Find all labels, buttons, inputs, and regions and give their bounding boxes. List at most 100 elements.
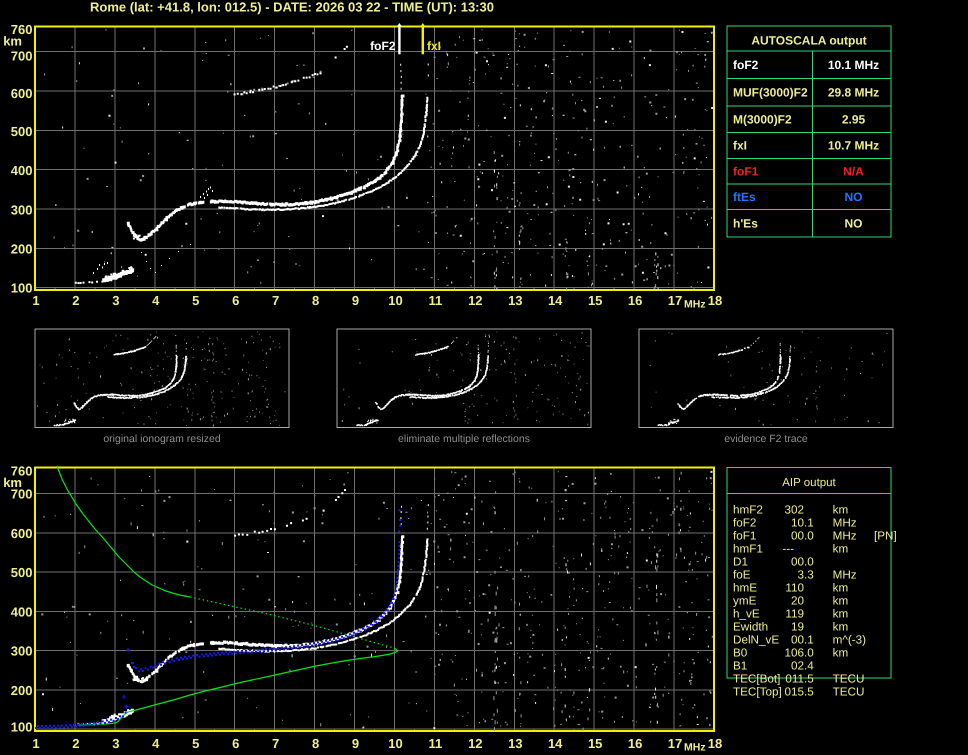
svg-text:9: 9	[352, 736, 359, 751]
svg-text:14: 14	[548, 293, 563, 308]
svg-text:ftEs: ftEs	[733, 190, 756, 204]
svg-text:h'Es: h'Es	[733, 217, 758, 231]
svg-text:8: 8	[312, 736, 319, 751]
svg-text:14: 14	[548, 736, 563, 751]
svg-text:17: 17	[668, 293, 682, 308]
svg-text:119: 119	[785, 608, 804, 621]
svg-text:B0: B0	[733, 647, 748, 660]
svg-text:4: 4	[152, 293, 160, 308]
svg-text:TEC[Top]: TEC[Top]	[733, 686, 782, 699]
svg-text:AUTOSCALA output: AUTOSCALA output	[751, 34, 866, 48]
svg-text:17: 17	[668, 736, 682, 751]
svg-text:DelN_vE: DelN_vE	[733, 634, 779, 647]
svg-text:evidence F2 trace: evidence F2 trace	[724, 433, 808, 445]
svg-text:4: 4	[152, 736, 160, 751]
svg-text:TECU: TECU	[833, 686, 865, 699]
svg-text:7: 7	[272, 293, 279, 308]
svg-text:2: 2	[72, 293, 79, 308]
svg-text:700: 700	[11, 487, 33, 502]
svg-text:10.7 MHz: 10.7 MHz	[828, 139, 879, 153]
svg-text:km: km	[833, 647, 849, 660]
svg-text:MHz: MHz	[684, 299, 706, 311]
svg-text:300: 300	[11, 644, 33, 659]
svg-text:.0: .0	[804, 647, 814, 660]
svg-text:MUF(3000)F2: MUF(3000)F2	[733, 86, 808, 100]
svg-text:MHz: MHz	[833, 530, 857, 543]
svg-text:7: 7	[272, 736, 279, 751]
svg-text:13: 13	[508, 736, 522, 751]
svg-text:.0: .0	[804, 530, 814, 543]
svg-text:m^(-3): m^(-3)	[833, 634, 867, 647]
svg-text:.5: .5	[804, 686, 814, 699]
svg-text:km: km	[833, 608, 849, 621]
svg-text:1: 1	[32, 293, 39, 308]
svg-text:5: 5	[192, 293, 199, 308]
svg-text:[PN]: [PN]	[874, 530, 897, 543]
svg-text:10.1 MHz: 10.1 MHz	[828, 58, 879, 72]
svg-text:19: 19	[791, 621, 804, 634]
svg-text:D1: D1	[733, 556, 748, 569]
svg-text:5: 5	[192, 736, 199, 751]
svg-text:16: 16	[628, 736, 642, 751]
svg-text:TECU: TECU	[833, 673, 865, 686]
svg-text:00: 00	[791, 556, 805, 569]
svg-text:29.8 MHz: 29.8 MHz	[828, 86, 879, 100]
svg-text:original ionogram resized: original ionogram resized	[103, 433, 220, 445]
svg-text:20: 20	[791, 595, 805, 608]
svg-text:13: 13	[508, 293, 522, 308]
svg-text:.1: .1	[804, 634, 814, 647]
svg-text:100: 100	[11, 720, 33, 735]
svg-text:.1: .1	[804, 517, 814, 530]
svg-text:NO: NO	[845, 217, 863, 231]
svg-text:400: 400	[11, 163, 33, 178]
svg-text:km: km	[833, 621, 849, 634]
svg-text:foF2: foF2	[733, 517, 756, 530]
svg-text:700: 700	[11, 49, 33, 64]
svg-text:6: 6	[232, 293, 239, 308]
svg-text:AIP output: AIP output	[782, 477, 836, 489]
svg-text:15: 15	[588, 736, 602, 751]
svg-text:Rome (lat: +41.8, lon: 012.5): Rome (lat: +41.8, lon: 012.5) - DATE: 20…	[90, 0, 494, 15]
svg-text:10: 10	[791, 517, 805, 530]
svg-text:02: 02	[791, 660, 804, 673]
svg-text:---: ---	[782, 543, 794, 556]
svg-text:600: 600	[11, 86, 33, 101]
svg-text:3: 3	[112, 293, 119, 308]
svg-text:eliminate multiple reflections: eliminate multiple reflections	[398, 433, 530, 445]
svg-text:Ewidth: Ewidth	[733, 621, 768, 634]
svg-text:hmF2: hmF2	[733, 504, 763, 517]
svg-text:8: 8	[312, 293, 319, 308]
svg-text:18: 18	[708, 736, 722, 751]
svg-text:km: km	[833, 504, 849, 517]
svg-text:2.95: 2.95	[842, 113, 866, 127]
svg-text:500: 500	[11, 565, 33, 580]
svg-text:km: km	[833, 595, 849, 608]
svg-text:foF1: foF1	[733, 530, 756, 543]
svg-text:110: 110	[785, 582, 804, 595]
svg-text:300: 300	[11, 202, 33, 217]
svg-text:15: 15	[588, 293, 602, 308]
svg-text:2: 2	[72, 736, 79, 751]
svg-text:00: 00	[791, 530, 805, 543]
svg-text:12: 12	[468, 293, 482, 308]
svg-text:MHz: MHz	[833, 569, 857, 582]
svg-text:hmF1: hmF1	[733, 543, 763, 556]
svg-text:015: 015	[784, 686, 804, 699]
svg-text:18: 18	[708, 293, 722, 308]
svg-text:00: 00	[791, 634, 805, 647]
svg-text:M(3000)F2: M(3000)F2	[733, 113, 792, 127]
svg-text:fxI: fxI	[427, 39, 441, 53]
svg-text:16: 16	[628, 293, 642, 308]
svg-text:NO: NO	[845, 190, 863, 204]
svg-text:10: 10	[388, 293, 402, 308]
svg-text:foE: foE	[733, 569, 751, 582]
svg-text:011: 011	[785, 673, 804, 686]
svg-text:600: 600	[11, 526, 33, 541]
svg-text:100: 100	[11, 281, 33, 296]
svg-text:B1: B1	[733, 660, 747, 673]
svg-text:.4: .4	[804, 660, 814, 673]
svg-text:6: 6	[232, 736, 239, 751]
svg-text:fxI: fxI	[733, 139, 747, 153]
svg-text:foF2: foF2	[370, 39, 396, 53]
svg-text:11: 11	[429, 293, 443, 308]
